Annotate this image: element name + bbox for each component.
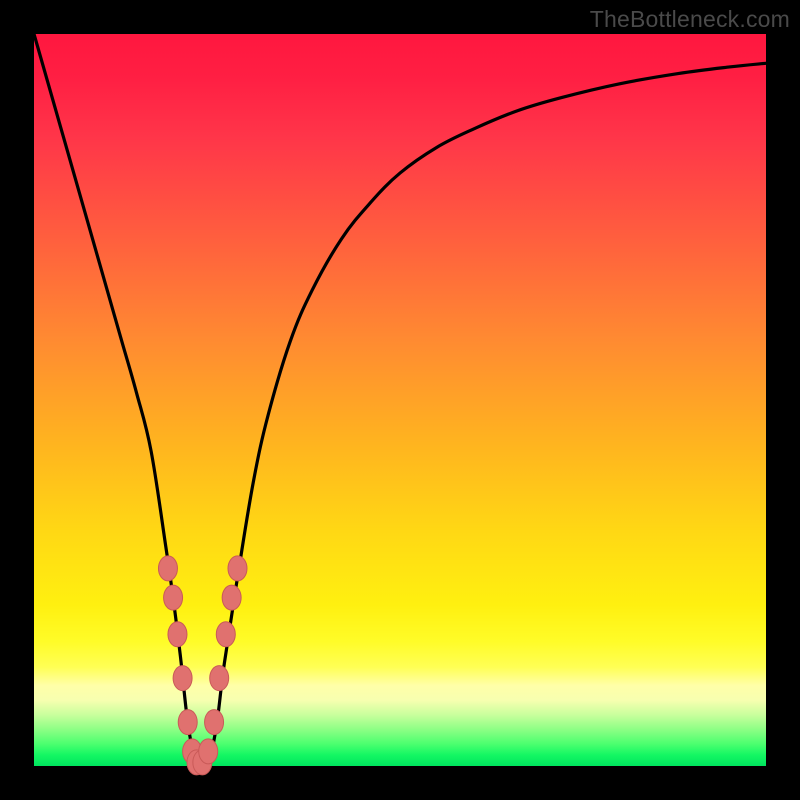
curve-marker: [164, 585, 183, 610]
plot-area: [34, 34, 766, 766]
curve-marker: [199, 739, 218, 764]
curve-marker: [210, 666, 229, 691]
watermark-text: TheBottleneck.com: [590, 6, 790, 33]
bottleneck-curve: [34, 34, 766, 763]
curve-marker: [168, 622, 187, 647]
curve-marker: [222, 585, 241, 610]
curve-layer: [34, 34, 766, 766]
curve-marker: [228, 556, 247, 581]
chart-frame: TheBottleneck.com: [0, 0, 800, 800]
curve-marker: [178, 710, 197, 735]
curve-marker: [216, 622, 235, 647]
notch-curve: [34, 34, 766, 763]
curve-marker: [158, 556, 177, 581]
curve-marker: [205, 710, 224, 735]
curve-markers: [158, 556, 247, 775]
curve-marker: [173, 666, 192, 691]
